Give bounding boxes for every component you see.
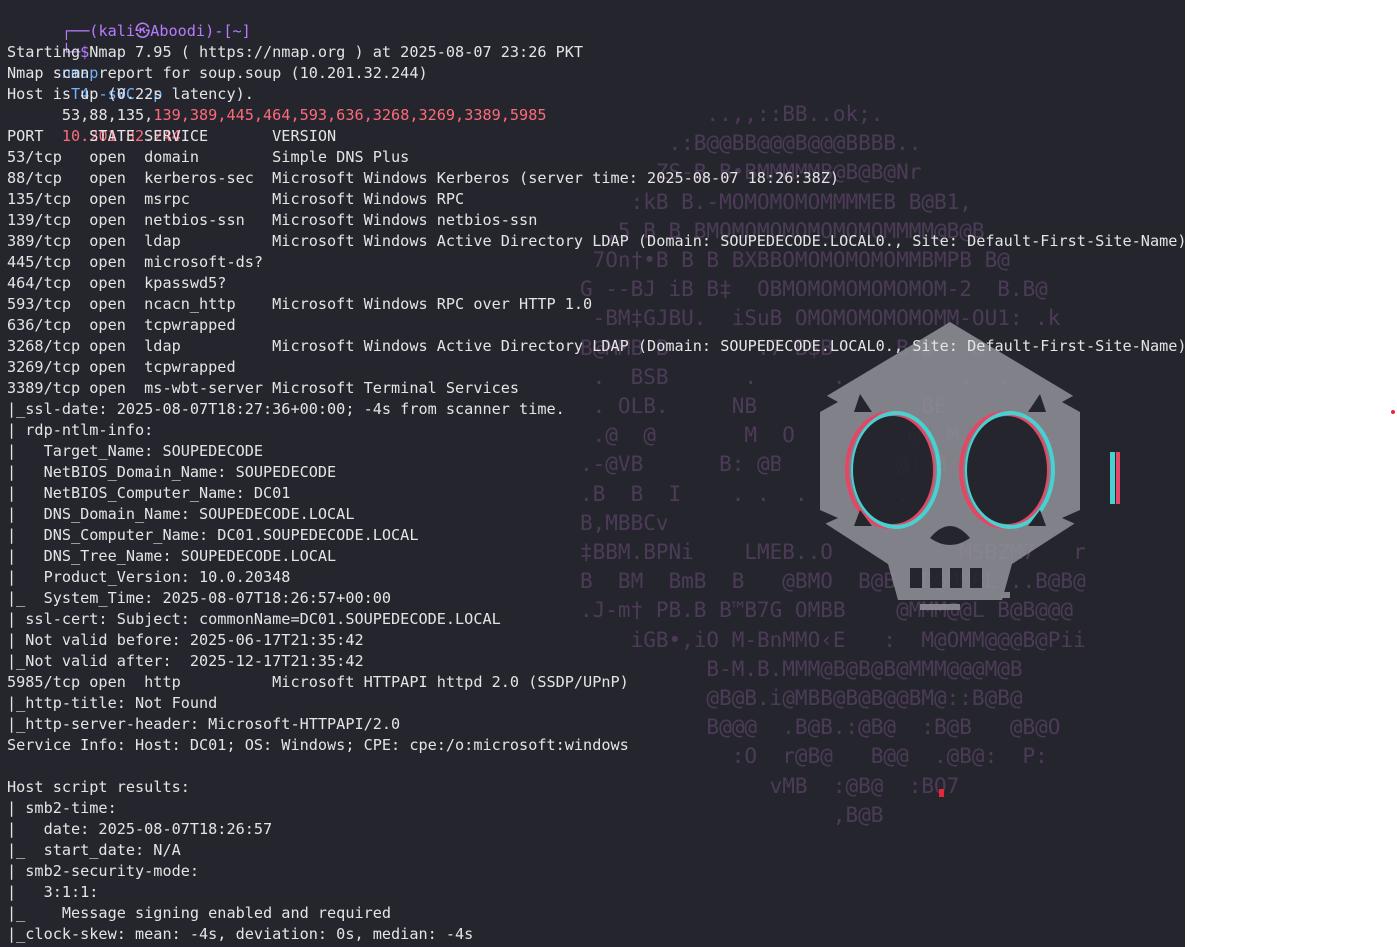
output-line: |_Not valid after: 2025-12-17T21:35:42 — [7, 652, 364, 670]
command-ports-highlight: 139,389,445,464,593,636,3268,3269,3389,5… — [153, 106, 547, 124]
output-line: 3269/tcp open tcpwrapped — [7, 358, 236, 376]
output-line: | Target_Name: SOUPEDECODE — [7, 442, 264, 460]
output-line: |_http-server-header: Microsoft-HTTPAPI/… — [7, 715, 401, 733]
output-line: 3389/tcp open ms-wbt-server Microsoft Te… — [7, 379, 520, 397]
output-line: PORT STATE SERVICE VERSION — [7, 127, 337, 145]
output-line: | DNS_Computer_Name: DC01.SOUPEDECODE.LO… — [7, 526, 419, 544]
output-line: 593/tcp open ncacn_http Microsoft Window… — [7, 295, 593, 313]
side-marker — [1391, 410, 1395, 414]
output-line: Host script results: — [7, 778, 190, 796]
output-line: | date: 2025-08-07T18:26:57 — [7, 820, 273, 838]
output-line: | ssl-cert: Subject: commonName=DC01.SOU… — [7, 610, 501, 628]
output-line: 139/tcp open netbios-ssn Microsoft Windo… — [7, 211, 538, 229]
output-line: Host is up (0.22s latency). — [7, 85, 254, 103]
output-line: 445/tcp open microsoft-ds? — [7, 253, 264, 271]
blank-line — [7, 756, 1185, 777]
terminal-window[interactable]: ..,,::BB..ok;. .:B@@BB@@@B@@@BBBB.. ZS-B… — [0, 0, 1185, 947]
output-line: | NetBIOS_Domain_Name: SOUPEDECODE — [7, 463, 337, 481]
output-line: | rdp-ntlm-info: — [7, 421, 154, 439]
output-line: 636/tcp open tcpwrapped — [7, 316, 236, 334]
output-line: |_ start_date: N/A — [7, 841, 181, 859]
output-line: | smb2-time: — [7, 799, 117, 817]
output-line: 389/tcp open ldap Microsoft Windows Acti… — [7, 232, 1185, 250]
output-line: 53/tcp open domain Simple DNS Plus — [7, 148, 410, 166]
terminal-output: ┌──(kali㉿Aboodi)-[~] └─$ nmap -T4 -sVC -… — [7, 0, 1185, 945]
prompt-header: ┌──(kali㉿Aboodi)-[~] — [7, 0, 1185, 40]
output-line: Starting Nmap 7.95 ( https://nmap.org ) … — [7, 43, 584, 61]
output-line: 5985/tcp open http Microsoft HTTPAPI htt… — [7, 673, 629, 691]
output-line: | NetBIOS_Computer_Name: DC01 — [7, 484, 291, 502]
output-line: | Not valid before: 2025-06-17T21:35:42 — [7, 631, 364, 649]
output-line: 464/tcp open kpasswd5? — [7, 274, 227, 292]
output-line: Nmap scan report for soup.soup (10.201.3… — [7, 64, 428, 82]
output-line: Service Info: Host: DC01; OS: Windows; C… — [7, 736, 629, 754]
output-line: | DNS_Tree_Name: SOUPEDECODE.LOCAL — [7, 547, 337, 565]
output-line: 135/tcp open msrpc Microsoft Windows RPC — [7, 190, 465, 208]
output-line: |_ssl-date: 2025-08-07T18:27:36+00:00; -… — [7, 400, 565, 418]
output-line: | Product_Version: 10.0.20348 — [7, 568, 291, 586]
output-line: |_clock-skew: mean: -4s, deviation: 0s, … — [7, 925, 474, 943]
output-line: | smb2-security-mode: — [7, 862, 200, 880]
prompt-user-host: ┌──(kali㉿Aboodi)-[~] — [61, 22, 251, 40]
output-line: 3268/tcp open ldap Microsoft Windows Act… — [7, 337, 1185, 355]
output-line: |_http-title: Not Found — [7, 694, 218, 712]
output-line: |_ System_Time: 2025-08-07T18:26:57+00:0… — [7, 589, 392, 607]
output-line: |_ Message signing enabled and required — [7, 904, 392, 922]
cursor-marker — [939, 789, 944, 797]
output-line: 88/tcp open kerberos-sec Microsoft Windo… — [7, 169, 840, 187]
command-ports: 53,88,135, — [61, 106, 154, 124]
output-line: | DNS_Domain_Name: SOUPEDECODE.LOCAL — [7, 505, 355, 523]
output-line: | 3:1:1: — [7, 883, 99, 901]
